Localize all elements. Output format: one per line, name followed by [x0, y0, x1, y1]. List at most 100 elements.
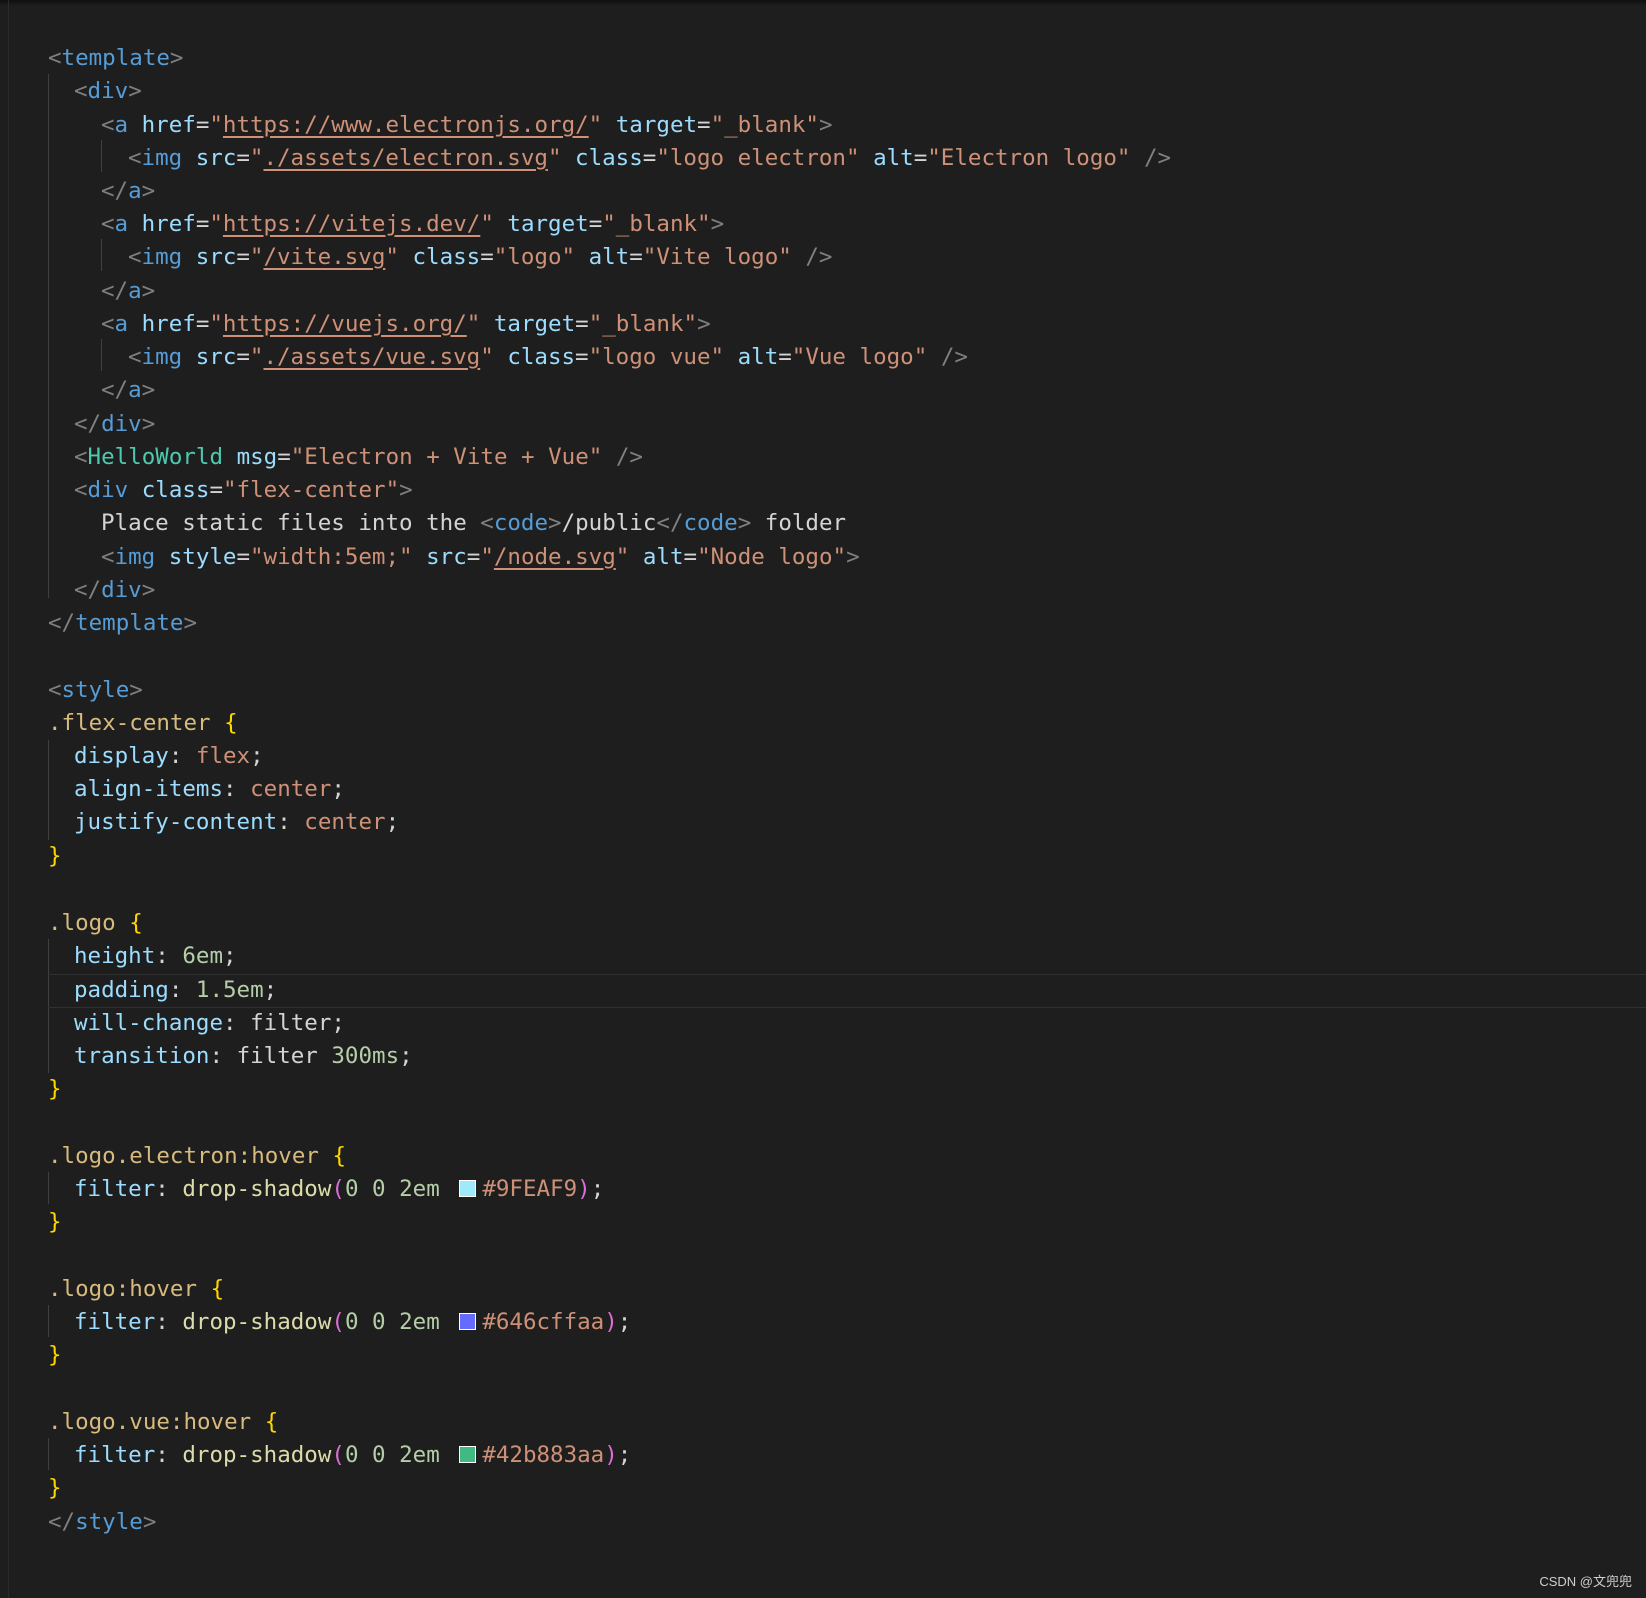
tag-img: img	[141, 344, 183, 370]
value-alt: "Node logo"	[697, 544, 847, 570]
code-line[interactable]: .logo {	[48, 907, 143, 940]
fn-drop-shadow: drop-shadow	[182, 1176, 332, 1202]
indent-guide	[101, 140, 102, 172]
value-alt: "Vue logo"	[791, 344, 928, 370]
code-line[interactable]: </a>	[101, 175, 155, 208]
value-1-5em: 1.5em	[195, 977, 264, 1003]
text-place-static: Place static files into the	[101, 510, 481, 536]
link-node-svg[interactable]: /node.svg	[494, 544, 616, 570]
value-blank: "_blank"	[588, 311, 698, 337]
code-line[interactable]: filter: drop-shadow(0 0 2em #9FEAF9);	[74, 1173, 604, 1206]
code-line[interactable]: </div>	[74, 574, 155, 607]
code-line[interactable]: <a href="https://vitejs.dev/" target="_b…	[101, 208, 724, 241]
scroll-shadow	[0, 0, 1646, 6]
code-line[interactable]: }	[48, 1073, 62, 1106]
value-color: #9FEAF9	[482, 1176, 578, 1202]
code-line[interactable]: height: 6em;	[74, 940, 237, 973]
value-shadow-args: 0 0 2em	[344, 1176, 440, 1202]
link-vue[interactable]: https://vuejs.org/	[223, 311, 467, 337]
code-line[interactable]: filter: drop-shadow(0 0 2em #42b883aa);	[74, 1439, 631, 1472]
code-line[interactable]: <HelloWorld msg="Electron + Vite + Vue" …	[74, 441, 643, 474]
tag-code: code	[493, 510, 549, 536]
value-blank: "_blank"	[710, 112, 819, 138]
code-line[interactable]: }	[48, 840, 62, 873]
value-class: "flex-center"	[223, 477, 400, 503]
selector-logo-vue-hover: .logo.vue:hover	[48, 1409, 252, 1435]
code-line[interactable]: transition: filter 300ms;	[74, 1040, 413, 1073]
link-electron-svg[interactable]: ./assets/electron.svg	[263, 145, 547, 171]
attr-src: src	[195, 244, 237, 270]
code-line[interactable]: will-change: filter;	[74, 1007, 345, 1040]
tag-code-close: code	[683, 510, 738, 536]
link-vue-svg[interactable]: ./assets/vue.svg	[263, 344, 480, 370]
code-line[interactable]: .logo.electron:hover {	[48, 1140, 346, 1173]
code-line[interactable]: <img src="./assets/electron.svg" class="…	[128, 142, 1171, 175]
value-300ms: 300ms	[331, 1043, 400, 1069]
prop-padding: padding	[74, 977, 169, 1003]
prop-align-items: align-items	[74, 776, 224, 802]
indent-guide	[48, 1438, 49, 1470]
watermark: CSDN @文兜兜	[1539, 1574, 1632, 1589]
code-line[interactable]: Place static files into the <code>/publi…	[101, 507, 846, 540]
code-line[interactable]: justify-content: center;	[74, 806, 399, 839]
code-line[interactable]: padding: 1.5em;	[74, 974, 277, 1007]
current-line-highlight	[48, 974, 1646, 1008]
link-vite-svg[interactable]: /vite.svg	[263, 244, 385, 270]
tag-img: img	[114, 544, 156, 570]
color-swatch[interactable]	[459, 1446, 477, 1463]
tag-a: a	[114, 211, 129, 237]
value-class: "logo vue"	[588, 344, 725, 370]
attr-class: class	[507, 344, 576, 370]
code-line[interactable]: .logo.vue:hover {	[48, 1406, 278, 1439]
code-line[interactable]: </div>	[74, 408, 155, 441]
tag-div-close: div	[101, 411, 142, 437]
selector-logo-electron-hover: .logo.electron:hover	[48, 1143, 319, 1169]
code-line[interactable]: <a href="https://vuejs.org/" target="_bl…	[101, 308, 711, 341]
code-line[interactable]: }	[48, 1472, 62, 1505]
attr-href: href	[141, 211, 196, 237]
prop-filter: filter	[74, 1442, 156, 1468]
value-blank: "_blank"	[602, 211, 711, 237]
code-line[interactable]: <img src="./assets/vue.svg" class="logo …	[128, 341, 968, 374]
prop-filter: filter	[74, 1309, 156, 1335]
editor-gutter	[0, 0, 9, 1598]
color-swatch[interactable]	[459, 1180, 477, 1197]
code-line[interactable]: </a>	[101, 275, 155, 308]
link-electron[interactable]: https://www.electronjs.org/	[223, 112, 589, 138]
code-line[interactable]: </a>	[101, 374, 155, 407]
fn-drop-shadow: drop-shadow	[182, 1442, 332, 1468]
code-line[interactable]: </template>	[48, 607, 197, 640]
value-filter: filter	[250, 1010, 332, 1036]
color-swatch[interactable]	[459, 1313, 477, 1330]
code-line[interactable]: .logo:hover {	[48, 1273, 224, 1306]
code-line[interactable]: <img style="width:5em;" src="/node.svg" …	[101, 541, 860, 574]
code-editor[interactable]: <template> <div> <a href="https://www.el…	[0, 0, 1646, 1598]
indent-guide	[101, 339, 102, 371]
selector-logo-hover: .logo:hover	[48, 1276, 198, 1302]
code-line[interactable]: }	[48, 1206, 62, 1239]
code-line[interactable]: }	[48, 1339, 62, 1372]
code-line[interactable]: display: flex;	[74, 740, 264, 773]
prop-justify-content: justify-content	[74, 809, 278, 835]
attr-alt: alt	[873, 145, 914, 171]
code-line[interactable]: <style>	[48, 674, 143, 707]
value-center: center	[304, 809, 386, 835]
code-line[interactable]: <div class="flex-center">	[74, 474, 413, 507]
code-line[interactable]: filter: drop-shadow(0 0 2em #646cffaa);	[74, 1306, 631, 1339]
value-6em: 6em	[182, 943, 224, 969]
attr-href: href	[141, 311, 196, 337]
code-line[interactable]: </style>	[48, 1506, 156, 1539]
code-line[interactable]: <img src="/vite.svg" class="logo" alt="V…	[128, 241, 832, 274]
link-vite[interactable]: https://vitejs.dev/	[223, 211, 480, 237]
code-line[interactable]: align-items: center;	[74, 773, 345, 806]
code-line[interactable]: <template>	[48, 42, 183, 75]
indent-guide	[48, 740, 49, 840]
attr-alt: alt	[642, 544, 684, 570]
value-style: "width:5em;"	[250, 544, 413, 570]
value-flex: flex	[195, 743, 251, 769]
value-center: center	[250, 776, 332, 802]
attr-alt: alt	[737, 344, 779, 370]
code-line[interactable]: .flex-center {	[48, 707, 238, 740]
code-line[interactable]: <div>	[74, 75, 142, 108]
code-line[interactable]: <a href="https://www.electronjs.org/" ta…	[101, 109, 833, 142]
